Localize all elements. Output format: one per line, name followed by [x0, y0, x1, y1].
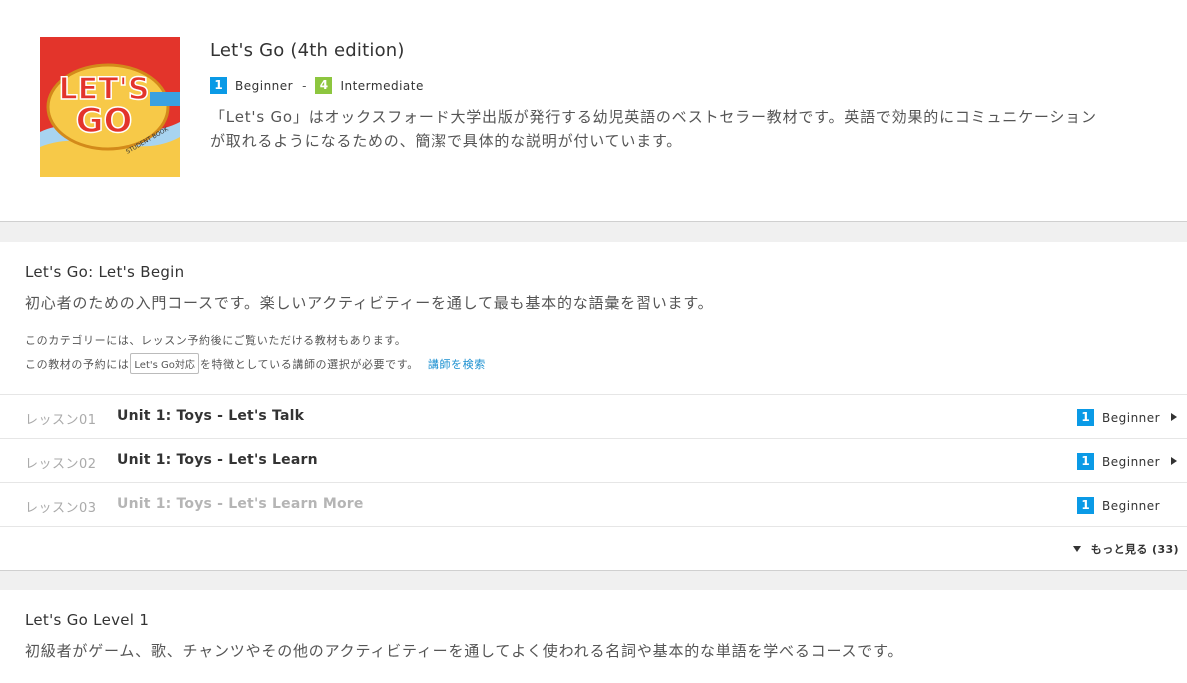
book-level-range: 1 Beginner - 4 Intermediate [210, 77, 424, 94]
lesson-number: レッスン01 [25, 413, 97, 428]
course-description: 初級者がゲーム、歌、チャンツやその他のアクティビティーを通してよく使われる名詞や… [25, 642, 904, 660]
course-requirement-note: この教材の予約には Let's Go対応 を特徴としている講師の選択が必要です。… [25, 353, 486, 374]
course-description: 初心者のための入門コースです。楽しいアクティビティーを通して最も基本的な語彙を習… [25, 294, 714, 312]
caret-down-icon [1072, 546, 1081, 552]
course-title: Let's Go Level 1 [25, 611, 150, 629]
lesson-number: レッスン02 [25, 457, 97, 472]
lesson-name: Unit 1: Toys - Let's Learn More [117, 496, 364, 512]
level-label-beginner: Beginner [235, 78, 294, 93]
lesson-row-locked: レッスン03 Unit 1: Toys - Let's Learn More 1… [0, 482, 1187, 527]
lesson-level: 1 Beginner [1077, 409, 1160, 426]
level-badge-beginner: 1 [1077, 409, 1094, 426]
lesson-row[interactable]: レッスン01 Unit 1: Toys - Let's Talk 1 Begin… [0, 394, 1187, 439]
course-section-level-1: Let's Go Level 1 初級者がゲーム、歌、チャンツやその他のアクティ… [0, 590, 1187, 683]
chevron-right-icon[interactable] [1171, 457, 1177, 465]
book-header: LET'S GO STUDENT BOOK Let's Go (4th edit… [0, 0, 1187, 222]
show-more-button[interactable]: もっと見る (33) [1072, 541, 1179, 557]
lesson-level: 1 Beginner [1077, 453, 1160, 470]
lesson-level: 1 Beginner [1077, 497, 1160, 514]
course-note: このカテゴリーには、レッスン予約後にご覧いただける教材もあります。 [25, 334, 407, 347]
book-description: 「Let's Go」はオックスフォード大学出版が発行する幼児英語のベストセラー教… [210, 108, 1097, 150]
book-title: Let's Go (4th edition) [210, 40, 405, 61]
level-badge-beginner: 1 [1077, 453, 1094, 470]
more-row [0, 526, 1187, 570]
level-separator: - [302, 78, 307, 93]
level-badge-beginner: 1 [1077, 497, 1094, 514]
level-badge-beginner: 1 [210, 77, 227, 94]
search-teacher-link[interactable]: 講師を検索 [428, 356, 486, 372]
level-badge-intermediate: 4 [315, 77, 333, 94]
feature-tag: Let's Go対応 [130, 353, 199, 374]
course-section-lets-begin: Let's Go: Let's Begin 初心者のための入門コースです。楽しい… [0, 242, 1187, 571]
book-cover-image: LET'S GO STUDENT BOOK [40, 37, 180, 177]
lets-go-logo-icon: LET'S GO STUDENT BOOK [40, 37, 180, 177]
lesson-name: Unit 1: Toys - Let's Talk [117, 408, 305, 424]
level-label-intermediate: Intermediate [340, 78, 424, 93]
svg-text:GO: GO [76, 101, 133, 141]
lesson-row[interactable]: レッスン02 Unit 1: Toys - Let's Learn 1 Begi… [0, 438, 1187, 483]
chevron-right-icon[interactable] [1171, 413, 1177, 421]
course-title: Let's Go: Let's Begin [25, 263, 185, 281]
lesson-name: Unit 1: Toys - Let's Learn [117, 452, 318, 468]
lesson-number: レッスン03 [25, 501, 97, 516]
